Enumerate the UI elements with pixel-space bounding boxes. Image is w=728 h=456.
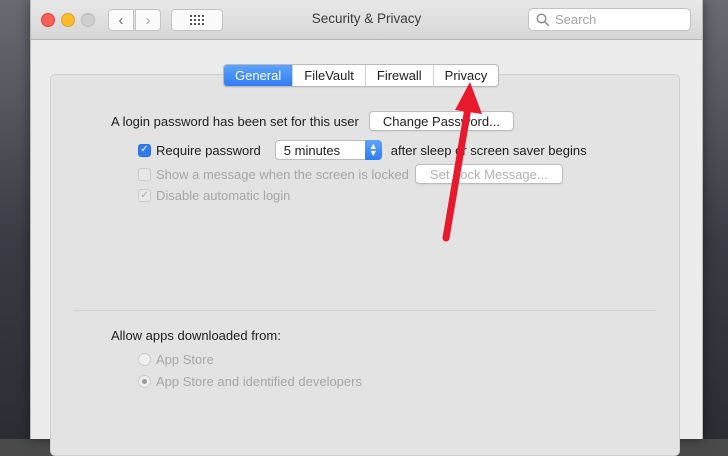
section-divider: [73, 310, 656, 311]
require-delay-select[interactable]: 5 minutes ▲ ▼: [274, 140, 382, 160]
app-store-radio[interactable]: [138, 353, 151, 366]
tab-general[interactable]: General: [224, 65, 293, 86]
title-bar: ‹ › Security & Privacy Search: [31, 0, 702, 40]
show-message-checkbox[interactable]: [138, 167, 151, 181]
set-lock-message-label: Set Lock Message...: [429, 166, 548, 182]
tab-firewall[interactable]: Firewall: [364, 65, 433, 86]
search-field[interactable]: Search: [528, 8, 691, 31]
require-password-label[interactable]: Require password: [156, 143, 261, 158]
disable-auto-login-row: ✓ Disable automatic login: [138, 188, 290, 203]
after-sleep-text: after sleep or screen saver begins: [390, 142, 587, 158]
preferences-window: ‹ › Security & Privacy Search General Fi…: [30, 0, 703, 456]
radio-app-store-row: App Store: [138, 352, 214, 367]
app-store-label: App Store: [156, 352, 214, 367]
tab-privacy[interactable]: Privacy: [432, 65, 499, 86]
require-delay-value: 5 minutes: [283, 142, 341, 158]
search-icon: [536, 12, 550, 26]
show-message-label: Show a message when the screen is locked: [156, 166, 409, 182]
chevron-updown-icon: ▲ ▼: [364, 140, 382, 160]
require-password-row: ✓ Require password 5 minutes ▲ ▼ after sl…: [138, 140, 587, 160]
radio-identified-row: App Store and identified developers: [138, 374, 362, 389]
set-lock-message-button[interactable]: Set Lock Message...: [414, 164, 563, 184]
downloads-heading-row: Allow apps downloaded from:: [111, 328, 281, 343]
content-panel: [50, 74, 680, 456]
tab-filevault[interactable]: FileVault: [292, 65, 365, 86]
tab-bar: General FileVault Firewall Privacy: [223, 64, 500, 87]
change-password-label: Change Password...: [382, 113, 500, 129]
search-placeholder: Search: [555, 12, 597, 27]
disable-auto-login-checkbox[interactable]: ✓: [138, 189, 151, 202]
require-password-checkbox[interactable]: ✓: [138, 143, 151, 157]
disable-auto-login-label: Disable automatic login: [156, 188, 291, 203]
identified-developers-radio[interactable]: [138, 375, 151, 388]
login-row: A login password has been set for this u…: [111, 111, 514, 131]
login-password-text: A login password has been set for this u…: [111, 113, 359, 129]
allow-apps-heading: Allow apps downloaded from:: [111, 328, 281, 343]
change-password-button[interactable]: Change Password...: [368, 111, 514, 131]
show-message-row: Show a message when the screen is locked…: [138, 164, 563, 184]
identified-developers-label: App Store and identified developers: [156, 374, 362, 389]
